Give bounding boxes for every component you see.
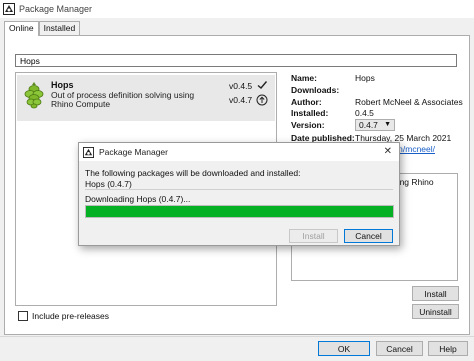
version-dropdown-value: 0.4.7 xyxy=(359,120,378,130)
detail-value: Hops xyxy=(355,73,375,83)
chevron-down-icon: ▼ xyxy=(384,121,391,128)
detail-label: Downloads: xyxy=(291,85,340,95)
package-manager-icon xyxy=(83,146,94,158)
detail-label: Author: xyxy=(291,97,322,107)
package-description: Out of process definition solving using … xyxy=(51,90,195,109)
tab-installed[interactable]: Installed xyxy=(38,21,81,35)
help-button[interactable]: Help xyxy=(428,341,468,356)
ok-button[interactable]: OK xyxy=(318,341,370,356)
window-title: Package Manager xyxy=(19,4,93,14)
footer-divider xyxy=(0,336,474,337)
include-prereleases[interactable]: Include pre-releases xyxy=(18,311,109,321)
search-input[interactable] xyxy=(15,54,457,67)
detail-value: Robert McNeel & Associates xyxy=(355,97,463,107)
download-dialog: Package Manager ✕ The following packages… xyxy=(78,142,400,246)
latest-version: v0.4.7 xyxy=(229,95,253,105)
detail-label: Name: xyxy=(291,73,317,83)
download-progress-bar xyxy=(85,205,394,218)
cancel-button[interactable]: Cancel xyxy=(376,341,423,356)
dialog-title: Package Manager xyxy=(99,147,168,157)
dialog-message: The following packages will be downloade… xyxy=(85,168,301,178)
dialog-package: Hops (0.4.7) xyxy=(85,179,132,189)
dialog-titlebar: Package Manager ✕ xyxy=(79,143,399,161)
package-name: Hops xyxy=(51,80,74,90)
upgrade-icon[interactable] xyxy=(256,94,268,106)
progress-fill xyxy=(86,206,393,217)
tab-strip: Online Installed xyxy=(4,21,81,36)
package-manager-icon xyxy=(3,3,15,15)
prerelease-label: Include pre-releases xyxy=(32,311,110,321)
download-status: Downloading Hops (0.4.7)... xyxy=(85,194,191,204)
close-icon[interactable]: ✕ xyxy=(384,146,392,157)
list-item[interactable]: Hops Out of process definition solving u… xyxy=(17,75,275,121)
window-titlebar: Package Manager xyxy=(0,0,474,18)
hops-logo-icon xyxy=(24,82,44,109)
install-button[interactable]: Install xyxy=(412,286,459,301)
prerelease-checkbox[interactable] xyxy=(18,311,28,321)
detail-value: 0.4.5 xyxy=(355,108,374,118)
dialog-divider xyxy=(85,189,393,190)
installed-version: v0.4.5 xyxy=(229,81,253,91)
tab-online[interactable]: Online xyxy=(4,21,39,36)
detail-label: Version: xyxy=(291,120,325,130)
dialog-install-button[interactable]: Install xyxy=(289,229,338,243)
check-icon xyxy=(257,81,268,89)
version-dropdown[interactable]: 0.4.7 ▼ xyxy=(355,119,395,131)
uninstall-button[interactable]: Uninstall xyxy=(412,304,459,319)
dialog-cancel-button[interactable]: Cancel xyxy=(344,229,393,243)
detail-label: Installed: xyxy=(291,108,329,118)
